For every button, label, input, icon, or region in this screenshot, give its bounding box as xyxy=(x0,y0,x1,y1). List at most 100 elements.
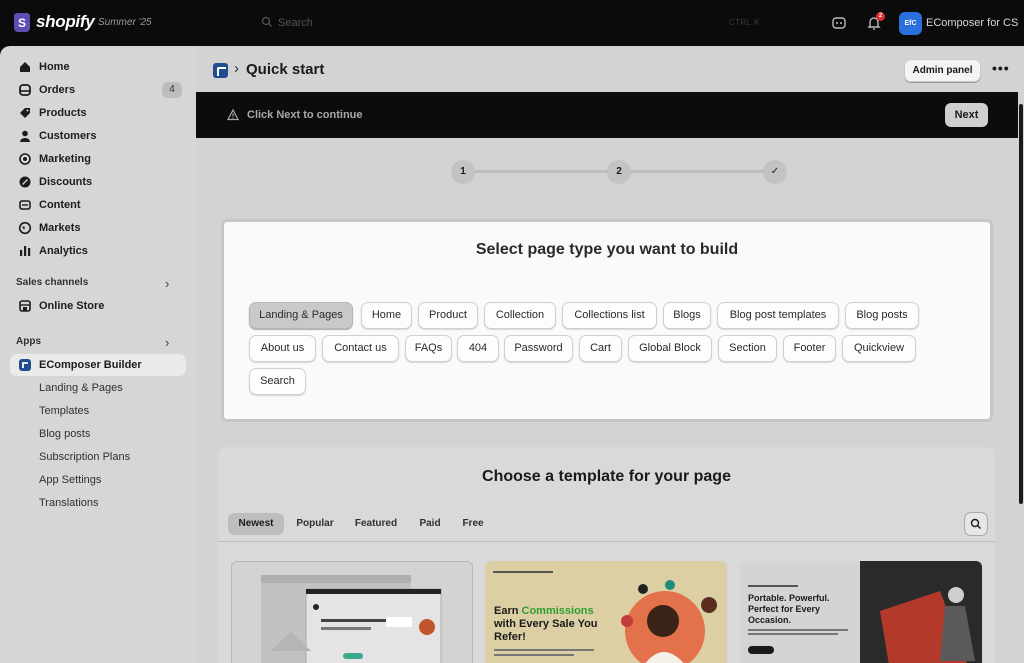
edition-label: Summer '25 xyxy=(98,17,152,28)
store-name[interactable]: EComposer for CS xyxy=(926,17,1018,29)
sidebar-item-marketing[interactable]: Marketing xyxy=(10,148,186,170)
subnav-app-settings[interactable]: App Settings xyxy=(39,474,101,486)
thumb3-line2: Perfect for Every xyxy=(748,604,820,614)
type-home-button[interactable]: Home xyxy=(362,303,411,328)
top-bar: S shopify Summer '25 Search CTRL K 2 EfC… xyxy=(0,0,1024,46)
discount-icon xyxy=(19,176,31,188)
sidebar-item-label: Orders xyxy=(39,84,76,96)
avatar[interactable]: EfC xyxy=(899,12,922,35)
scrollbar[interactable] xyxy=(1018,92,1024,663)
continue-banner: Click Next to continue Next xyxy=(196,92,1018,138)
chevron-right-icon[interactable]: › xyxy=(165,276,169,291)
bar-chart-icon xyxy=(20,246,31,256)
app-logo-icon[interactable] xyxy=(213,63,228,78)
type-about-us-button[interactable]: About us xyxy=(250,336,315,361)
template-thumbnail-3[interactable]: Portable. Powerful. Perfect for Every Oc… xyxy=(740,561,982,663)
template-search-button[interactable] xyxy=(965,513,987,535)
type-landing-pages-button[interactable]: Landing & Pages xyxy=(250,303,352,328)
tab-free[interactable]: Free xyxy=(456,513,490,535)
banner-text: Click Next to continue xyxy=(247,109,363,121)
more-actions-button[interactable]: ••• xyxy=(992,60,1010,76)
sidebar-item-label: Online Store xyxy=(39,300,105,312)
template-thumbnail-2[interactable]: Earn Commissions with Every Sale You Ref… xyxy=(485,561,727,663)
sidebar-item-ecomposer-builder[interactable]: EComposer Builder xyxy=(10,354,186,376)
sidebar-item-label: Marketing xyxy=(39,153,91,165)
search-icon xyxy=(970,518,981,529)
subnav-translations[interactable]: Translations xyxy=(39,497,99,509)
step-2: 2 xyxy=(607,160,631,184)
sidebar-item-customers[interactable]: Customers xyxy=(10,125,186,147)
tag-icon xyxy=(20,108,30,118)
sidebar-item-label: EComposer Builder xyxy=(39,359,142,371)
store-icon xyxy=(19,300,31,312)
thumb2-line3: Refer! xyxy=(494,631,526,643)
sidebar-item-analytics[interactable]: Analytics xyxy=(10,240,186,262)
page-type-title: Select page type you want to build xyxy=(475,241,739,258)
type-search-button[interactable]: Search xyxy=(250,369,305,394)
type-contact-us-button[interactable]: Contact us xyxy=(323,336,398,361)
sidebar-item-orders[interactable]: Orders 4 xyxy=(10,79,186,101)
type-section-button[interactable]: Section xyxy=(719,336,776,361)
person-icon xyxy=(20,130,30,142)
thumb3-line1: Portable. Powerful. xyxy=(748,593,830,603)
scrollbar-thumb[interactable] xyxy=(1019,104,1023,504)
sidebar-item-markets[interactable]: Markets xyxy=(10,217,186,239)
sidebar-item-online-store[interactable]: Online Store xyxy=(10,295,186,317)
type-404-button[interactable]: 404 xyxy=(458,336,498,361)
type-quickview-button[interactable]: Quickview xyxy=(843,336,915,361)
search-input[interactable]: Search xyxy=(278,17,313,29)
thumb2-line1a: Earn xyxy=(494,605,522,617)
type-collection-button[interactable]: Collection xyxy=(485,303,555,328)
chevron-right-icon[interactable]: › xyxy=(165,335,169,350)
type-faqs-button[interactable]: FAQs xyxy=(406,336,451,361)
sidekick-icon[interactable] xyxy=(829,13,849,33)
subnav-subscription-plans[interactable]: Subscription Plans xyxy=(39,451,130,463)
admin-panel-button[interactable]: Admin panel xyxy=(904,59,981,82)
home-icon xyxy=(20,62,30,72)
globe-icon xyxy=(18,221,32,235)
tab-newest[interactable]: Newest xyxy=(228,513,284,535)
warning-icon xyxy=(227,109,239,121)
tab-popular[interactable]: Popular xyxy=(290,513,340,535)
page-type-card: Select page type you want to build Landi… xyxy=(224,222,990,419)
main-content: › Quick start Admin panel ••• Click Next… xyxy=(196,46,1024,663)
template-thumbnail-1[interactable] xyxy=(231,561,473,663)
tab-paid[interactable]: Paid xyxy=(412,513,448,535)
shopify-wordmark[interactable]: shopify xyxy=(36,12,95,32)
target-icon xyxy=(19,153,31,165)
subnav-templates[interactable]: Templates xyxy=(39,405,89,417)
template-preview-image-2: Earn Commissions with Every Sale You Ref… xyxy=(493,571,717,663)
sidebar-item-label: Discounts xyxy=(39,176,93,188)
type-product-button[interactable]: Product xyxy=(419,303,477,328)
tab-featured[interactable]: Featured xyxy=(348,513,404,535)
type-blog-post-templates-button[interactable]: Blog post templates xyxy=(718,303,838,328)
sidebar-item-discounts[interactable]: Discounts xyxy=(10,171,186,193)
apps-heading[interactable]: Apps xyxy=(16,336,41,347)
type-footer-button[interactable]: Footer xyxy=(784,336,835,361)
type-blog-posts-button[interactable]: Blog posts xyxy=(846,303,918,328)
shopify-logo-icon[interactable]: S xyxy=(14,13,30,32)
template-section-title: Choose a template for your page xyxy=(482,468,731,485)
next-button[interactable]: Next xyxy=(945,103,988,127)
sales-channels-heading[interactable]: Sales channels xyxy=(16,277,88,288)
sidebar: Home Orders 4 Products Customers Marketi… xyxy=(0,46,196,663)
type-global-block-button[interactable]: Global Block xyxy=(629,336,711,361)
type-blogs-button[interactable]: Blogs xyxy=(664,303,710,328)
orders-icon xyxy=(19,84,31,96)
sidebar-item-content[interactable]: Content xyxy=(10,194,186,216)
type-cart-button[interactable]: Cart xyxy=(580,336,621,361)
template-preview-image-1 xyxy=(261,575,442,663)
sidebar-item-label: Home xyxy=(39,61,70,73)
thumb3-line3: Occasion. xyxy=(748,615,791,625)
type-password-button[interactable]: Password xyxy=(505,336,572,361)
sidebar-item-products[interactable]: Products xyxy=(10,102,186,124)
content-icon xyxy=(19,200,31,210)
sidebar-item-label: Markets xyxy=(39,222,81,234)
subnav-landing-pages[interactable]: Landing & Pages xyxy=(39,382,123,394)
page-title: Quick start xyxy=(246,61,325,78)
sidebar-item-home[interactable]: Home xyxy=(10,56,186,78)
sidebar-item-label: Products xyxy=(39,107,87,119)
search-bar[interactable]: Search CTRL K xyxy=(252,10,772,36)
subnav-blog-posts[interactable]: Blog posts xyxy=(39,428,90,440)
type-collections-list-button[interactable]: Collections list xyxy=(563,303,656,328)
